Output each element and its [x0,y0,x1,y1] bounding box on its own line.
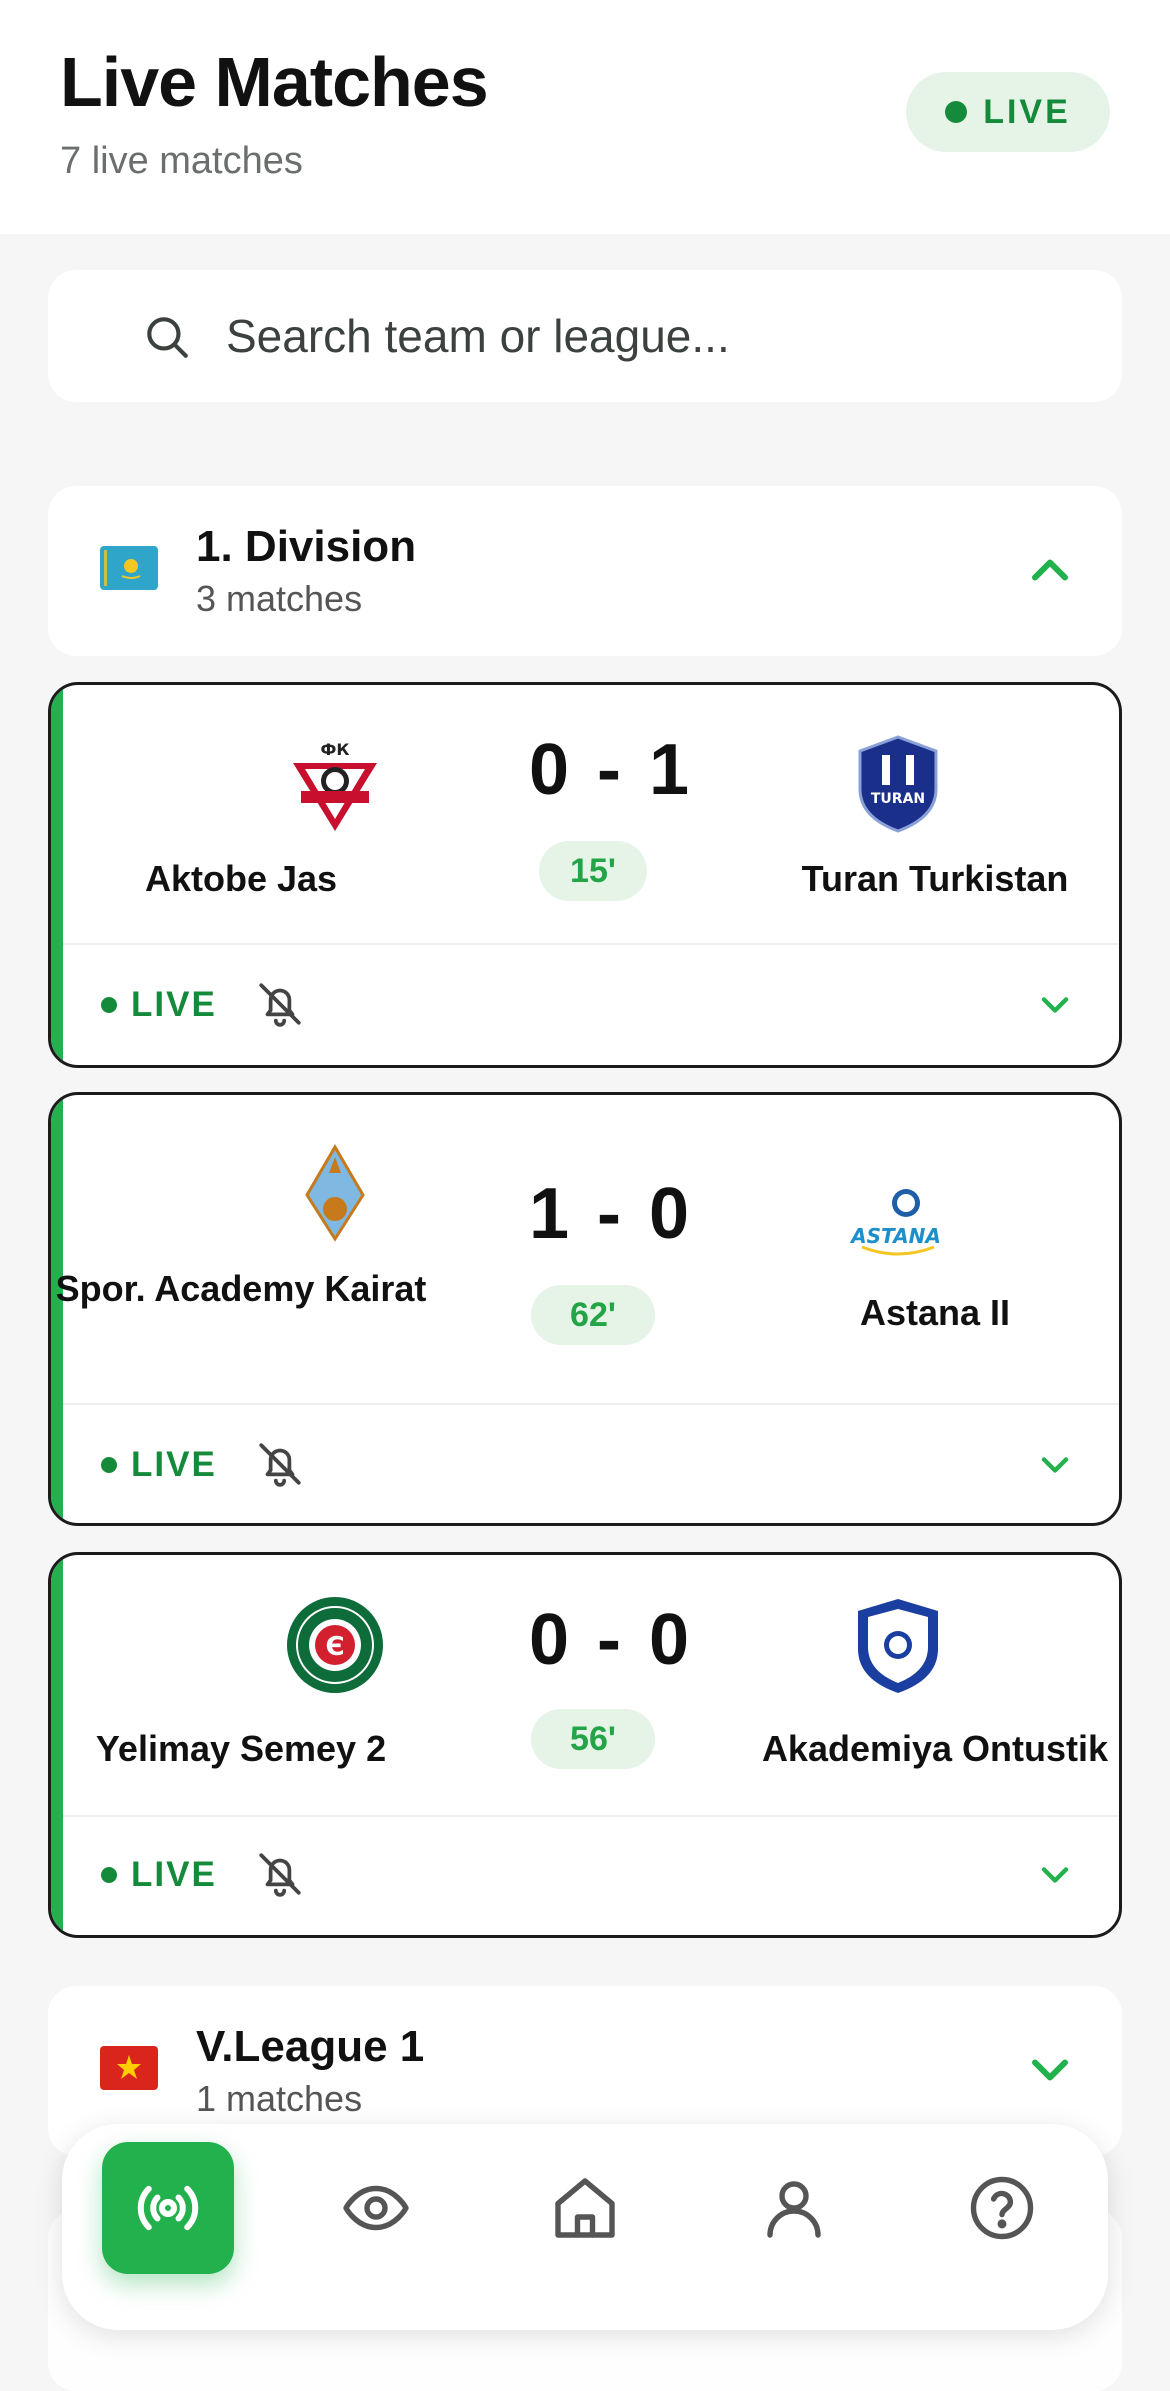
app-header: Live Matches 7 live matches LIVE [0,0,1170,234]
ontustik-crest-icon [858,1599,938,1693]
bottom-nav [62,2124,1108,2330]
match-minute: 56' [531,1709,655,1769]
search-bar[interactable] [48,270,1122,402]
chevron-down-icon[interactable] [1033,1443,1077,1487]
chevron-down-icon[interactable] [1033,983,1077,1027]
chevron-down-icon[interactable] [1020,2040,1080,2100]
match-live-status: LIVE [101,1445,217,1485]
live-status-badge: LIVE [906,72,1110,152]
search-icon [147,317,188,358]
live-count: 7 live matches [60,140,303,182]
league-name: 1. Division [196,522,417,571]
home-team-name: Yelimay Semey 2 [95,1728,387,1769]
chevron-down-icon[interactable] [1033,1853,1077,1897]
away-team-name: Akademiya Ontustik [761,1728,1109,1769]
match-status-label: LIVE [131,1445,217,1484]
match-score: 1 - 0 [528,1174,694,1254]
page-title: Live Matches [60,43,489,121]
search-input[interactable] [226,300,1086,372]
kairat-academy-crest-icon [305,1144,365,1242]
home-team-name: Aktobe Jas [144,858,338,899]
card-divider [63,943,1119,945]
nav-watch[interactable] [310,2142,442,2274]
home-team-name: Spor. Academy Kairat [55,1268,427,1309]
live-badge-label: LIVE [983,92,1071,131]
live-dot-icon [101,997,117,1013]
svg-text:TURAN: TURAN [871,791,925,807]
match-status-label: LIVE [131,985,217,1024]
bell-off-icon[interactable] [255,1439,305,1489]
live-dot-icon [101,1457,117,1473]
svg-text:ASTANA: ASTANA [849,1224,941,1248]
match-card[interactable]: Є Yelimay Semey 2 0 - 0 56' Akademiya On… [48,1552,1122,1938]
nav-help[interactable] [936,2142,1068,2274]
aktobe-crest-icon: ФК [293,740,377,831]
kazakhstan-flag-icon [100,546,158,590]
nav-profile[interactable] [728,2142,860,2274]
league-header-1-division[interactable]: 1. Division 3 matches [48,486,1122,656]
away-team-name: Astana II [859,1292,1011,1333]
live-dot-icon [945,101,968,123]
user-icon [767,2181,821,2238]
match-minute: 15' [539,841,647,901]
match-card[interactable]: ФК Aktobe Jas 0 - 1 15' TURAN Turan Turk… [48,682,1122,1068]
card-divider [63,1403,1119,1405]
bell-off-icon[interactable] [255,1849,305,1899]
yelimay-crest-icon: Є [287,1597,383,1693]
away-team-name: Turan Turkistan [801,858,1069,899]
card-divider [63,1815,1119,1817]
svg-text:ФК: ФК [321,740,350,759]
turan-crest-icon: TURAN [858,735,938,833]
match-score: 0 - 1 [528,730,694,810]
match-live-status: LIVE [101,1855,217,1895]
match-status-label: LIVE [131,1855,217,1894]
match-minute: 62' [531,1285,655,1345]
league-match-count: 1 matches [196,2078,363,2119]
home-icon [555,2178,615,2238]
nav-home[interactable] [519,2142,651,2274]
help-icon [970,2176,1034,2240]
live-dot-icon [101,1867,117,1883]
match-card[interactable]: Spor. Academy Kairat 1 - 0 62' ASTANA As… [48,1092,1122,1526]
bell-off-icon[interactable] [255,979,305,1029]
svg-text:Є: Є [325,1632,344,1662]
league-match-count: 3 matches [196,578,363,619]
match-live-status: LIVE [101,985,217,1025]
live-broadcast-icon [137,2185,199,2231]
league-name: V.League 1 [196,2022,425,2071]
vietnam-flag-icon [100,2046,158,2090]
match-score: 0 - 0 [528,1600,694,1680]
astana-crest-icon: ASTANA [849,1189,941,1256]
chevron-up-icon[interactable] [1020,540,1080,600]
nav-live[interactable] [102,2142,234,2274]
eye-icon [343,2185,409,2231]
